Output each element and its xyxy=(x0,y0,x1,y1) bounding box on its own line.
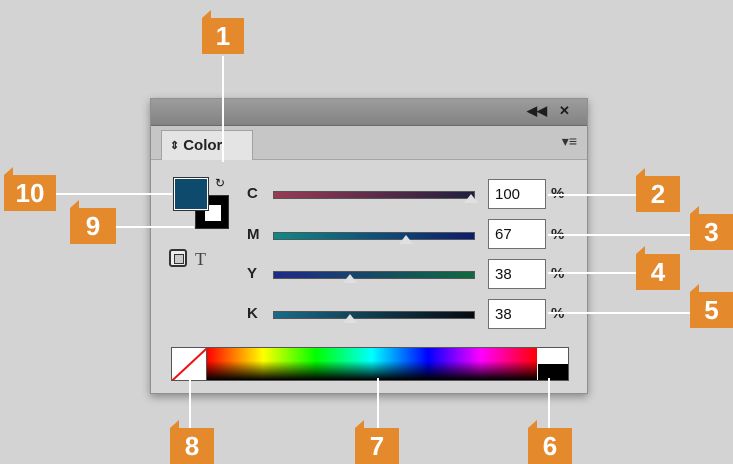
callout-4: 4 xyxy=(636,246,680,290)
value-field-k[interactable]: 38 xyxy=(488,299,546,329)
callout-8: 8 xyxy=(170,420,214,464)
slider-k[interactable] xyxy=(273,311,475,319)
fill-swatch[interactable] xyxy=(173,177,209,211)
leader-line-10 xyxy=(56,193,172,195)
callout-7: 7 xyxy=(355,420,399,464)
value-field-m[interactable]: 67 xyxy=(488,219,546,249)
slider-thumb-c[interactable] xyxy=(463,193,479,204)
leader-line-9 xyxy=(116,226,194,228)
color-ramp[interactable] xyxy=(171,347,569,381)
slider-thumb-m[interactable] xyxy=(398,234,414,245)
swap-fill-stroke-icon[interactable]: ↻ xyxy=(215,176,225,190)
callout-6: 6 xyxy=(528,420,572,464)
callout-3: 3 xyxy=(690,206,733,250)
leader-line-3 xyxy=(548,234,694,236)
value-field-c[interactable]: 100 xyxy=(488,179,546,209)
white-swatch[interactable] xyxy=(538,348,568,364)
channel-label-c: C xyxy=(247,185,258,202)
updown-arrows-icon: ⇕ xyxy=(170,140,180,152)
slider-y[interactable] xyxy=(273,271,475,279)
leader-line-1 xyxy=(222,56,224,162)
formatting-affects-container-icon[interactable] xyxy=(169,249,187,267)
slider-m[interactable] xyxy=(273,232,475,240)
slider-thumb-y[interactable] xyxy=(342,273,358,284)
leader-line-7 xyxy=(377,378,379,428)
slider-c[interactable] xyxy=(273,191,475,199)
panel-menu-icon[interactable]: ▾≡ xyxy=(562,133,577,150)
leader-line-5 xyxy=(548,312,694,314)
tab-color[interactable]: ⇕ Color xyxy=(161,130,253,160)
color-panel: ◀◀ ✕ ⇕ Color ▾≡ ↻ T C 100 % M 67 % Y 38 … xyxy=(150,98,588,394)
callout-5: 5 xyxy=(690,284,733,328)
callout-9: 9 xyxy=(70,200,116,244)
channel-label-m: M xyxy=(247,226,260,243)
callout-1: 1 xyxy=(202,10,244,54)
leader-line-8 xyxy=(189,378,191,428)
leader-line-2 xyxy=(548,194,640,196)
tab-label: Color xyxy=(183,137,223,154)
black-swatch[interactable] xyxy=(538,364,568,380)
callout-10: 10 xyxy=(4,167,56,211)
none-swatch[interactable] xyxy=(172,348,207,380)
panel-titlebar: ◀◀ ✕ xyxy=(151,99,587,126)
leader-line-6 xyxy=(548,378,550,428)
panel-tab-row: ⇕ Color ▾≡ xyxy=(151,126,587,160)
close-icon[interactable]: ✕ xyxy=(559,103,570,119)
spectrum-ramp[interactable] xyxy=(207,348,537,380)
slider-thumb-k[interactable] xyxy=(342,313,358,324)
double-chevron-left-icon[interactable]: ◀◀ xyxy=(527,103,547,119)
leader-line-4 xyxy=(548,272,640,274)
callout-2: 2 xyxy=(636,168,680,212)
channel-label-y: Y xyxy=(247,265,258,282)
value-field-y[interactable]: 38 xyxy=(488,259,546,289)
channel-label-k: K xyxy=(247,305,258,322)
formatting-affects-text-icon[interactable]: T xyxy=(195,249,206,270)
